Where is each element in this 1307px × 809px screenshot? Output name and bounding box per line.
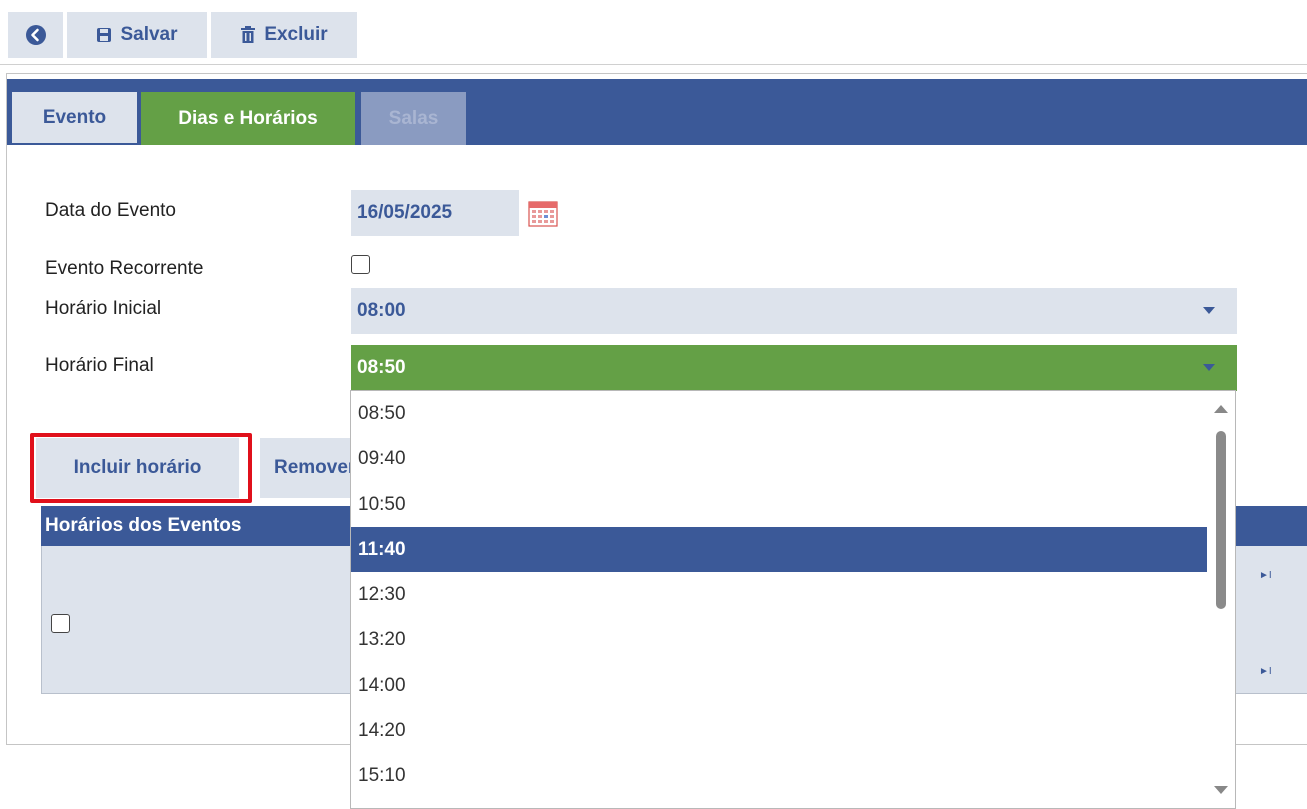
horario-final-value: 08:50 bbox=[357, 357, 406, 378]
dropdown-option[interactable]: 11:40 bbox=[351, 526, 1207, 573]
dropdown-option[interactable]: 09:40 bbox=[351, 436, 1207, 481]
horario-inicial-select[interactable]: 08:00 bbox=[351, 288, 1237, 334]
floppy-disk-icon bbox=[96, 27, 112, 43]
dropdown-option[interactable]: 10:50 bbox=[351, 482, 1207, 527]
dropdown-option[interactable]: 14:00 bbox=[351, 663, 1207, 708]
dropdown-options: 08:50 09:40 10:50 11:40 12:30 13:20 14:00 14:20… bbox=[351, 391, 1207, 799]
data-do-evento-label: Data do Evento bbox=[45, 200, 176, 221]
chevron-down-icon bbox=[1203, 364, 1215, 371]
trash-icon bbox=[240, 26, 256, 44]
arrow-left-circle-icon bbox=[25, 24, 47, 46]
evento-recorrente-label: Evento Recorrente bbox=[45, 258, 204, 279]
select-all-checkbox[interactable] bbox=[51, 614, 70, 633]
pager-last-icon[interactable]: ►I bbox=[1259, 666, 1272, 677]
toolbar: Salvar Excluir bbox=[8, 12, 361, 58]
data-do-evento-field[interactable]: 16/05/2025 bbox=[351, 190, 519, 236]
dropdown-option[interactable]: 12:30 bbox=[351, 572, 1207, 617]
tab-salas[interactable]: Salas bbox=[361, 92, 466, 145]
save-label: Salvar bbox=[120, 24, 178, 45]
scroll-up-icon[interactable] bbox=[1214, 405, 1228, 413]
horario-final-dropdown: 08:50 09:40 10:50 11:40 12:30 13:20 14:00 14:20… bbox=[350, 390, 1236, 809]
dropdown-option[interactable]: 15:10 bbox=[351, 753, 1207, 798]
pager-last-icon[interactable]: ►I bbox=[1259, 570, 1272, 581]
horario-inicial-label: Horário Inicial bbox=[45, 298, 162, 319]
tab-evento[interactable]: Evento bbox=[10, 92, 139, 145]
delete-label: Excluir bbox=[264, 24, 328, 45]
save-button[interactable]: Salvar bbox=[67, 12, 207, 58]
dropdown-scrollbar[interactable] bbox=[1207, 391, 1235, 808]
scroll-thumb[interactable] bbox=[1216, 431, 1226, 609]
incluir-horario-button[interactable]: Incluir horário bbox=[36, 438, 239, 498]
delete-button[interactable]: Excluir bbox=[211, 12, 357, 58]
calendar-icon[interactable] bbox=[528, 199, 558, 232]
tab-bar: Evento Dias e Horários Salas bbox=[7, 79, 1307, 145]
chevron-down-icon bbox=[1203, 307, 1215, 314]
dropdown-option[interactable]: 08:50 bbox=[351, 391, 1207, 436]
evento-recorrente-checkbox[interactable] bbox=[351, 255, 370, 274]
tab-dias-e-horarios[interactable]: Dias e Horários bbox=[141, 92, 355, 145]
horario-final-select[interactable]: 08:50 bbox=[351, 345, 1237, 391]
toolbar-divider bbox=[0, 64, 1307, 65]
horario-inicial-value: 08:00 bbox=[357, 300, 406, 321]
horario-final-label: Horário Final bbox=[45, 355, 154, 376]
dropdown-option[interactable]: 14:20 bbox=[351, 708, 1207, 753]
back-button[interactable] bbox=[8, 12, 63, 58]
dropdown-option[interactable]: 13:20 bbox=[351, 617, 1207, 662]
scroll-down-icon[interactable] bbox=[1214, 786, 1228, 794]
